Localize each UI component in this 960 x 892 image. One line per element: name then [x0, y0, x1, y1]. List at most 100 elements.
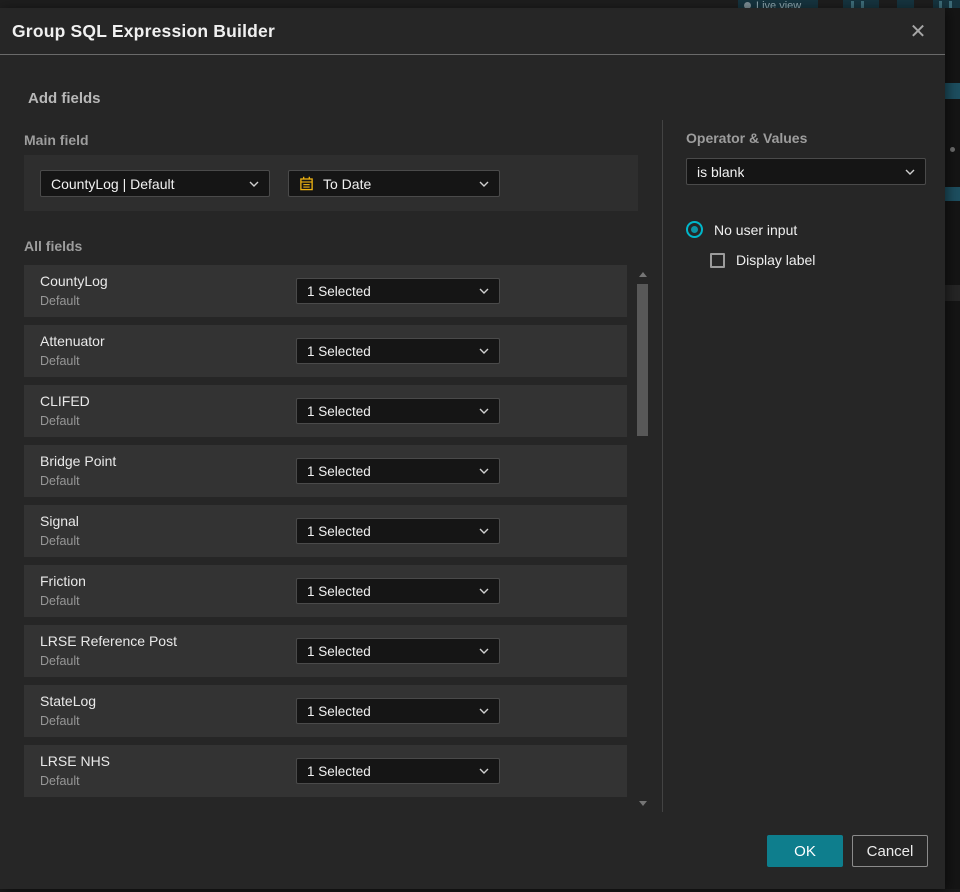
- background-app-fragment: [945, 187, 960, 201]
- field-row-selected: 1 Selected: [307, 643, 371, 659]
- field-row-selected-dropdown[interactable]: 1 Selected: [296, 398, 500, 424]
- group-sql-expression-builder-dialog: Group SQL Expression Builder ✕ Add field…: [0, 8, 945, 889]
- background-toolbar-fragment: [843, 0, 879, 8]
- main-field-container: CountyLog | Default To Date: [24, 155, 638, 211]
- field-row-selected: 1 Selected: [307, 283, 371, 299]
- background-app-fragment: [945, 285, 960, 301]
- calendar-date-icon: [300, 176, 313, 191]
- chevron-down-icon: [479, 408, 489, 414]
- add-fields-heading: Add fields: [28, 90, 101, 107]
- field-row: Attenuator Default 1 Selected: [24, 325, 627, 377]
- field-row-selected-dropdown[interactable]: 1 Selected: [296, 698, 500, 724]
- field-row-selected-dropdown[interactable]: 1 Selected: [296, 578, 500, 604]
- field-row: CLIFED Default 1 Selected: [24, 385, 627, 437]
- field-row-selected: 1 Selected: [307, 343, 371, 359]
- dialog-titlebar: Group SQL Expression Builder ✕: [0, 8, 945, 55]
- operator-select-value: is blank: [697, 163, 745, 180]
- operator-select[interactable]: is blank: [686, 158, 926, 185]
- field-row-selected-dropdown[interactable]: 1 Selected: [296, 338, 500, 364]
- field-row: LRSE Reference Post Default 1 Selected: [24, 625, 627, 677]
- live-view-chip: Live view: [738, 0, 818, 8]
- field-row-sub: Default: [40, 534, 80, 548]
- field-row-selected: 1 Selected: [307, 523, 371, 539]
- field-row-selected: 1 Selected: [307, 463, 371, 479]
- dialog-title: Group SQL Expression Builder: [12, 21, 275, 41]
- panel-divider: [662, 120, 663, 812]
- pause-bar-icon: [939, 1, 942, 8]
- field-row: Friction Default 1 Selected: [24, 565, 627, 617]
- chevron-down-icon: [479, 588, 489, 594]
- chevron-down-icon: [249, 181, 259, 187]
- main-field-select[interactable]: CountyLog | Default: [40, 170, 270, 197]
- all-fields-list: CountyLog Default 1 Selected Attenuator …: [24, 265, 627, 805]
- field-row-selected-dropdown[interactable]: 1 Selected: [296, 638, 500, 664]
- field-row-sub: Default: [40, 294, 80, 308]
- field-row-name: CountyLog: [40, 273, 108, 289]
- radio-button-icon[interactable]: [686, 221, 703, 238]
- background-toolbar-fragment: [933, 0, 960, 8]
- chevron-down-icon: [479, 468, 489, 474]
- no-user-input-option[interactable]: No user input: [686, 221, 797, 238]
- field-row-name: CLIFED: [40, 393, 90, 409]
- field-row-name: LRSE Reference Post: [40, 633, 177, 649]
- main-field-label: Main field: [24, 132, 89, 148]
- field-row-sub: Default: [40, 654, 80, 668]
- field-row-selected-dropdown[interactable]: 1 Selected: [296, 278, 500, 304]
- field-row-selected: 1 Selected: [307, 403, 371, 419]
- field-row-sub: Default: [40, 474, 80, 488]
- no-user-input-label: No user input: [714, 221, 798, 238]
- field-row-selected: 1 Selected: [307, 583, 371, 599]
- pause-bar-icon: [861, 1, 864, 8]
- scrollbar-thumb[interactable]: [637, 284, 648, 436]
- field-row: Signal Default 1 Selected: [24, 505, 627, 557]
- field-row-name: StateLog: [40, 693, 97, 709]
- display-label-label: Display label: [736, 252, 816, 268]
- scroll-up-icon[interactable]: [639, 272, 647, 277]
- field-row: CountyLog Default 1 Selected: [24, 265, 627, 317]
- field-row-sub: Default: [40, 414, 80, 428]
- field-row-name: Bridge Point: [40, 453, 117, 469]
- main-field-type-value: To Date: [323, 175, 372, 192]
- chevron-down-icon: [479, 288, 489, 294]
- main-field-select-value: CountyLog | Default: [51, 175, 175, 192]
- field-row-name: Attenuator: [40, 333, 105, 349]
- field-row: LRSE NHS Default 1 Selected: [24, 745, 627, 797]
- field-row: Bridge Point Default 1 Selected: [24, 445, 627, 497]
- field-row-sub: Default: [40, 774, 80, 788]
- field-row-selected: 1 Selected: [307, 703, 371, 719]
- pause-bar-icon: [949, 1, 952, 8]
- operator-values-label: Operator & Values: [686, 130, 808, 146]
- background-app-edge: [945, 8, 960, 889]
- all-fields-scrollbar[interactable]: [636, 264, 650, 808]
- background-app-fragment: [945, 83, 960, 99]
- chevron-down-icon: [479, 181, 489, 187]
- close-icon[interactable]: ✕: [901, 8, 935, 55]
- field-row: StateLog Default 1 Selected: [24, 685, 627, 737]
- main-field-type-select[interactable]: To Date: [288, 170, 500, 197]
- scroll-down-icon[interactable]: [639, 801, 647, 806]
- background-app-topbar: Live view: [0, 0, 960, 8]
- chevron-down-icon: [479, 648, 489, 654]
- display-label-option[interactable]: Display label: [710, 252, 815, 268]
- background-toolbar-fragment: [897, 0, 914, 8]
- ok-button[interactable]: OK: [767, 835, 843, 867]
- live-view-label: Live view: [756, 0, 802, 8]
- cancel-button[interactable]: Cancel: [852, 835, 928, 867]
- pause-bar-icon: [851, 1, 854, 8]
- field-row-sub: Default: [40, 594, 80, 608]
- field-row-selected-dropdown[interactable]: 1 Selected: [296, 458, 500, 484]
- all-fields-label: All fields: [24, 238, 83, 254]
- field-row-sub: Default: [40, 354, 80, 368]
- background-app-fragment: [950, 147, 955, 152]
- field-row-name: Friction: [40, 573, 86, 589]
- chevron-down-icon: [905, 169, 915, 175]
- chevron-down-icon: [479, 708, 489, 714]
- field-row-name: Signal: [40, 513, 79, 529]
- checkbox-icon[interactable]: [710, 252, 725, 268]
- field-row-sub: Default: [40, 714, 80, 728]
- chevron-down-icon: [479, 528, 489, 534]
- field-row-selected-dropdown[interactable]: 1 Selected: [296, 518, 500, 544]
- field-row-selected-dropdown[interactable]: 1 Selected: [296, 758, 500, 784]
- field-row-name: LRSE NHS: [40, 753, 111, 769]
- chevron-down-icon: [479, 348, 489, 354]
